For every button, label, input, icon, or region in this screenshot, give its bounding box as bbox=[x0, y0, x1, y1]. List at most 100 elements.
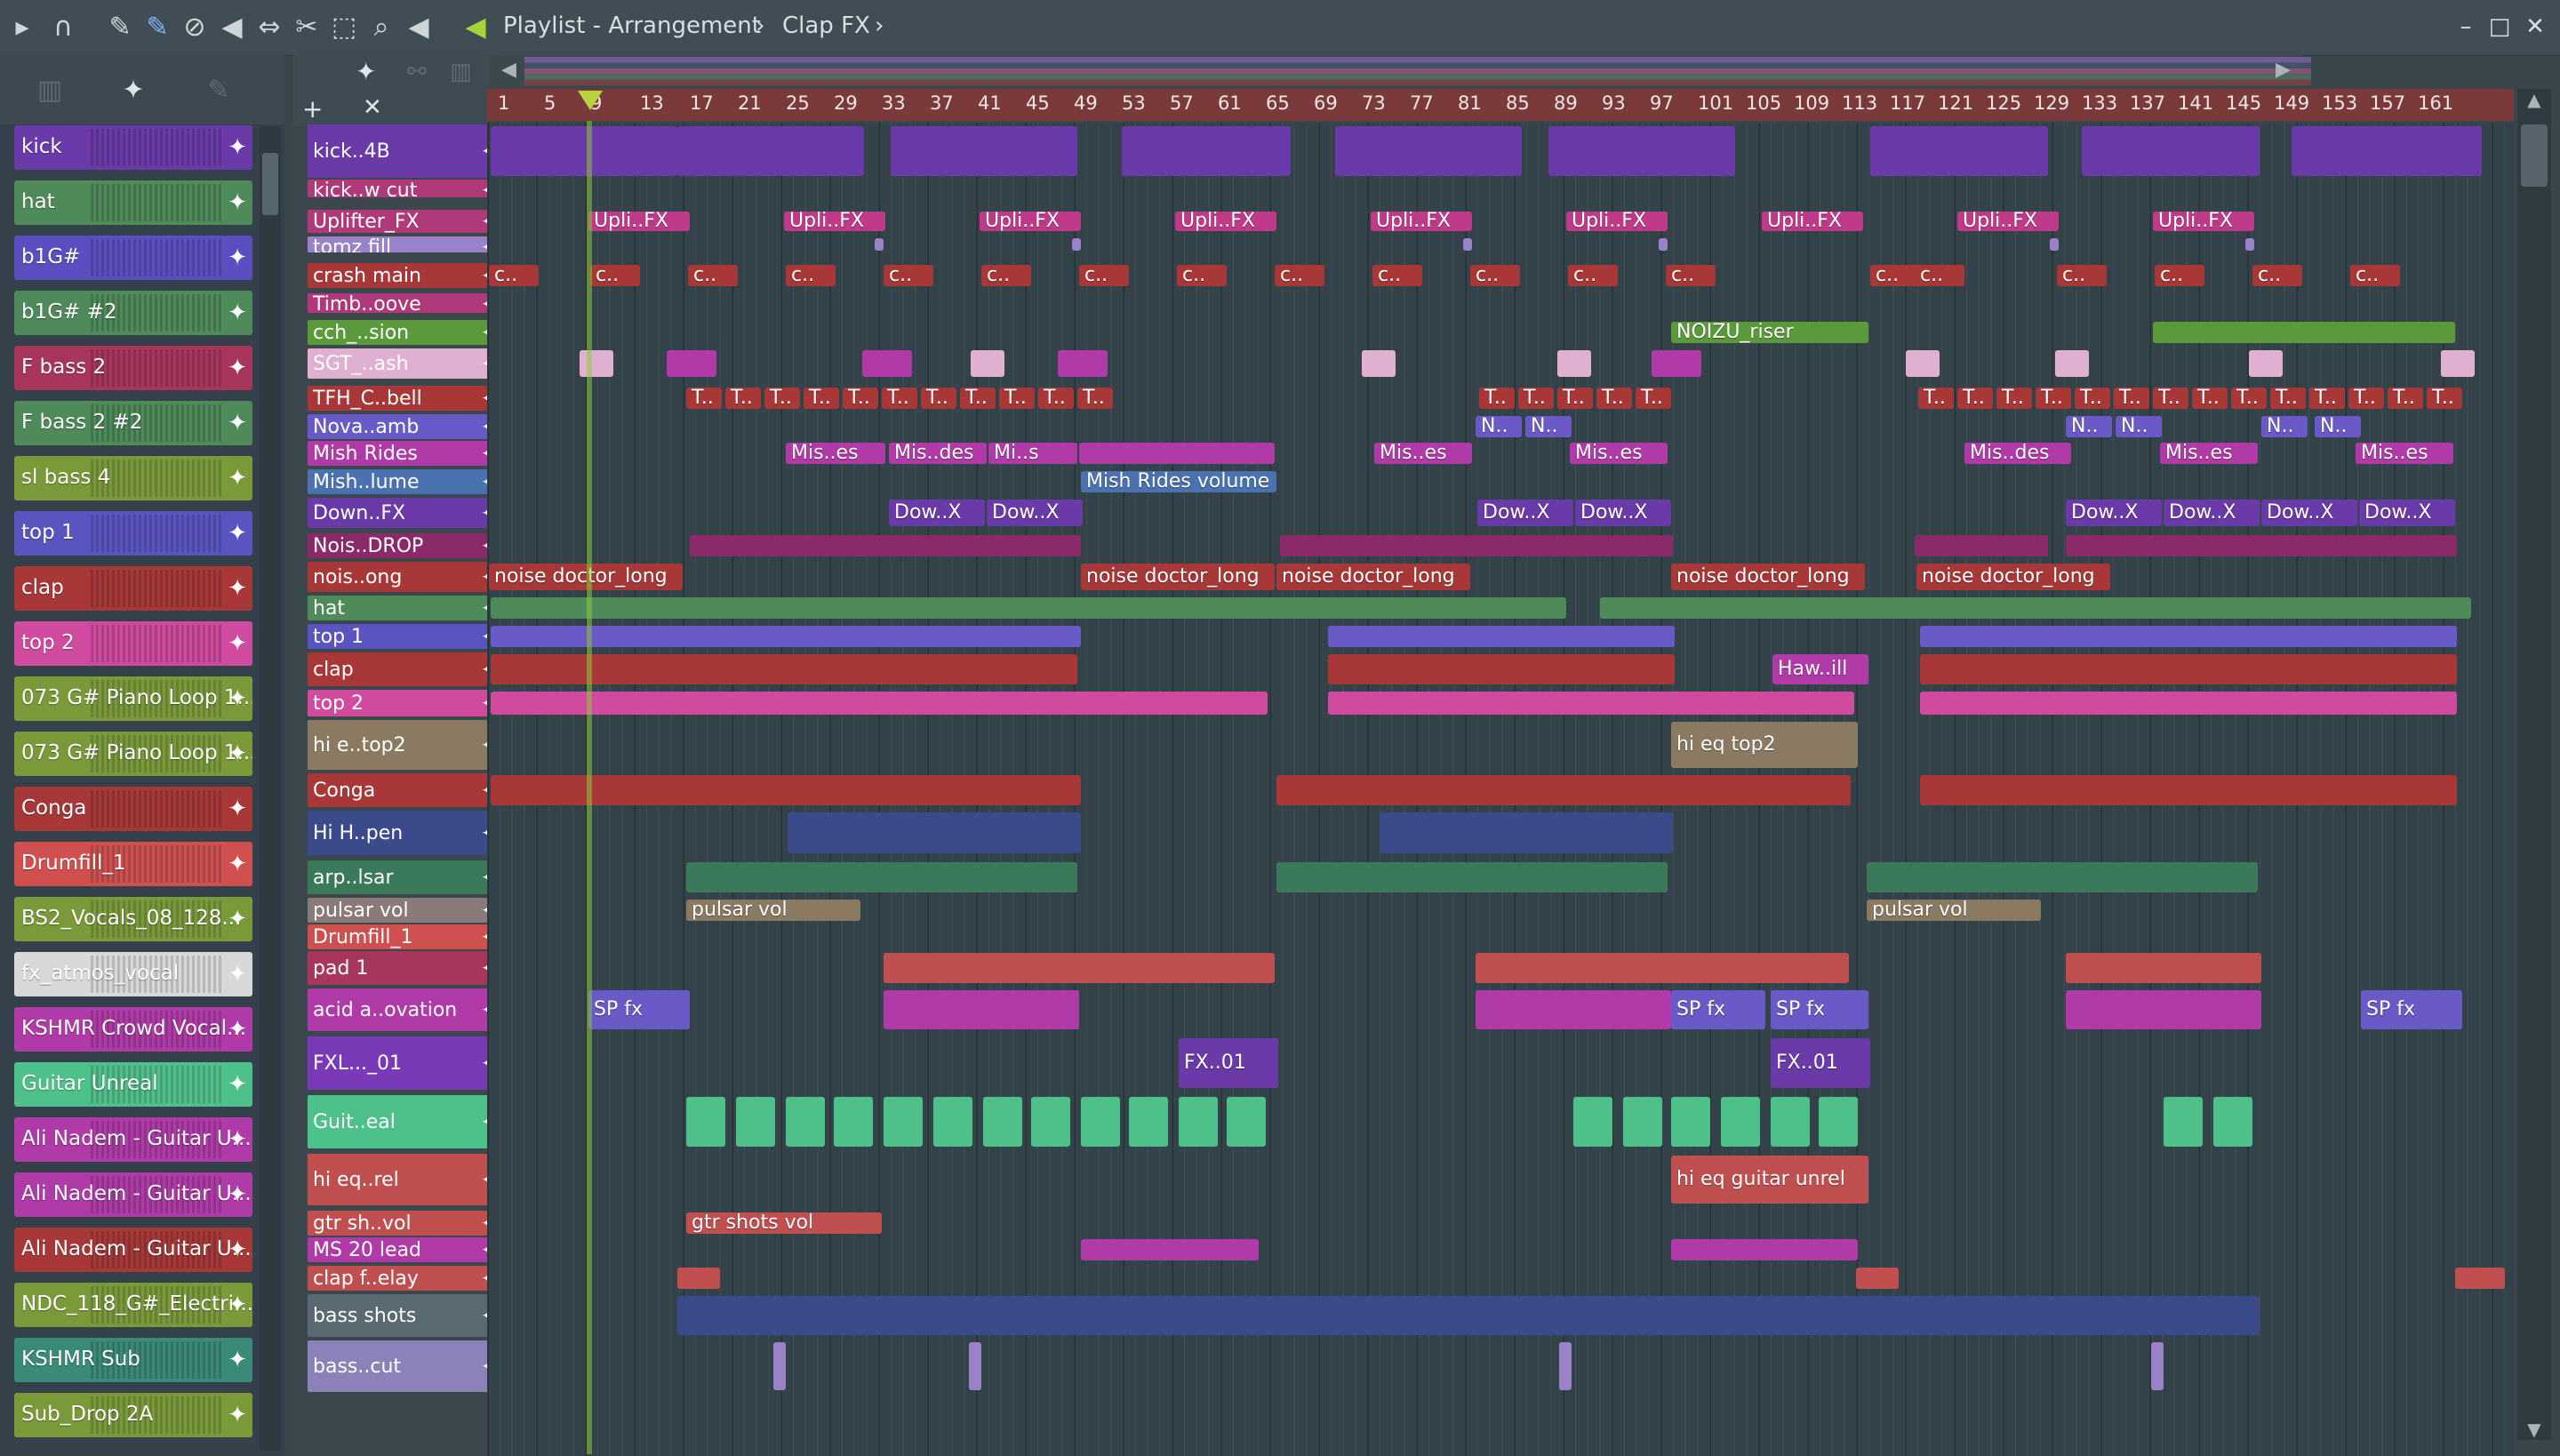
pattern-clip[interactable] bbox=[1771, 1097, 1810, 1147]
channel-grip-icon[interactable]: ✦ bbox=[228, 1347, 247, 1373]
pattern-clip[interactable]: SP fx bbox=[588, 990, 690, 1029]
overview-thumbnail[interactable] bbox=[524, 57, 2311, 85]
pattern-clip[interactable]: T.. bbox=[725, 388, 761, 409]
pattern-name[interactable]: Clap FX bbox=[782, 12, 870, 39]
pattern-clip[interactable] bbox=[2082, 126, 2260, 176]
channel-button[interactable]: b1G# ✦ bbox=[14, 236, 252, 280]
add-track-button[interactable]: + bbox=[302, 94, 323, 124]
pattern-clip[interactable]: T.. bbox=[1957, 388, 1993, 409]
channel-grip-icon[interactable]: ✦ bbox=[228, 1236, 247, 1263]
pattern-clip[interactable]: SP fx bbox=[1771, 990, 1868, 1029]
pattern-clip[interactable]: gtr shots vol bbox=[686, 1212, 882, 1234]
pattern-clip[interactable] bbox=[491, 654, 1077, 684]
pattern-clip[interactable]: c.. bbox=[1079, 265, 1129, 286]
pattern-clip[interactable] bbox=[2249, 350, 2283, 377]
pattern-clip[interactable] bbox=[491, 626, 1081, 647]
maximize-button[interactable]: □ bbox=[2484, 11, 2516, 43]
scroll-right-icon[interactable]: ▶ bbox=[2276, 59, 2291, 81]
pattern-clip[interactable]: T.. bbox=[1636, 388, 1671, 409]
channel-button[interactable]: 073 G# Piano Loop 1... ✦ bbox=[14, 676, 252, 721]
pattern-clip[interactable] bbox=[491, 597, 1566, 619]
channel-button[interactable]: Guitar Unreal ✦ bbox=[14, 1062, 252, 1107]
select-icon[interactable]: ⬚ bbox=[327, 11, 361, 44]
pattern-clip[interactable] bbox=[1867, 862, 2258, 892]
pattern-clip[interactable]: c.. bbox=[884, 265, 933, 286]
pattern-clip[interactable] bbox=[1557, 350, 1591, 377]
channel-grip-icon[interactable]: ✦ bbox=[228, 134, 247, 161]
pattern-clip[interactable]: noise doctor_long bbox=[1081, 564, 1275, 590]
scroll-up-icon[interactable]: ▲ bbox=[2517, 89, 2551, 110]
pattern-clip[interactable]: Mis..des bbox=[1964, 443, 2071, 464]
pattern-clip[interactable] bbox=[884, 953, 1275, 983]
scroll-thumb[interactable] bbox=[2521, 124, 2548, 187]
pattern-clip[interactable]: T.. bbox=[1918, 388, 1954, 409]
channel-button[interactable]: Drumfill_1 ✦ bbox=[14, 842, 252, 886]
pattern-clip[interactable]: c.. bbox=[590, 265, 640, 286]
pattern-clip[interactable]: c.. bbox=[1470, 265, 1520, 286]
pattern-clip[interactable] bbox=[677, 1268, 720, 1289]
pattern-clip[interactable] bbox=[1819, 1097, 1858, 1147]
pattern-clip[interactable]: Haw..ill bbox=[1772, 654, 1868, 684]
vertical-scrollbar[interactable]: ▲ ▼ bbox=[2517, 89, 2551, 1440]
pattern-clip[interactable]: N.. bbox=[1525, 416, 1572, 437]
pattern-clip[interactable]: c.. bbox=[1870, 265, 1920, 286]
pattern-clip[interactable]: hi eq guitar unrel bbox=[1671, 1156, 1868, 1204]
pattern-clip[interactable]: FX..01 bbox=[1179, 1038, 1278, 1088]
channel-grip-icon[interactable]: ✦ bbox=[228, 465, 247, 492]
pattern-clip[interactable]: Mis..des bbox=[889, 443, 987, 464]
playhead-marker[interactable] bbox=[578, 91, 603, 110]
pattern-clip[interactable]: Dow..X bbox=[2261, 500, 2357, 526]
channel-grip-icon[interactable]: ✦ bbox=[228, 1126, 247, 1153]
pattern-clip[interactable]: Dow..X bbox=[2164, 500, 2260, 526]
pattern-clip[interactable]: Dow..X bbox=[2359, 500, 2455, 526]
pattern-clip[interactable] bbox=[2151, 1342, 2164, 1390]
pattern-clip[interactable] bbox=[677, 1296, 2260, 1335]
pattern-clip[interactable]: T.. bbox=[2270, 388, 2306, 409]
pattern-clip[interactable] bbox=[1920, 626, 2457, 647]
pattern-clip[interactable] bbox=[1227, 1097, 1266, 1147]
pattern-clip[interactable] bbox=[1328, 692, 1854, 715]
playback-icon[interactable]: ◀ bbox=[402, 11, 436, 44]
pattern-clip[interactable]: T.. bbox=[2231, 388, 2267, 409]
channel-button[interactable]: NDC_118_G#_Electri... ✦ bbox=[14, 1283, 252, 1327]
pattern-clip[interactable] bbox=[2455, 126, 2482, 176]
pattern-clip[interactable] bbox=[1559, 1342, 1572, 1390]
piano-icon[interactable]: ▥ bbox=[450, 59, 472, 85]
pattern-clip[interactable] bbox=[1276, 775, 1851, 805]
channel-button[interactable]: Ali Nadem - Guitar U... ✦ bbox=[14, 1228, 252, 1272]
mute-icon[interactable]: ◀ bbox=[215, 11, 249, 44]
pattern-clip[interactable]: c.. bbox=[981, 265, 1031, 286]
pattern-clip[interactable]: hi eq top2 bbox=[1671, 722, 1858, 768]
pattern-clip[interactable]: Upli..FX bbox=[1371, 212, 1472, 231]
channel-button[interactable]: F bass 2 ✦ bbox=[14, 346, 252, 390]
pattern-clip[interactable]: T.. bbox=[921, 388, 956, 409]
pattern-clip[interactable] bbox=[1476, 990, 1671, 1029]
paint-icon[interactable]: ✎ bbox=[140, 11, 174, 44]
channel-grip-icon[interactable]: ✦ bbox=[228, 189, 247, 216]
pattern-clip[interactable]: Upli..FX bbox=[588, 212, 690, 231]
pattern-clip[interactable] bbox=[1915, 535, 2048, 556]
pattern-clip[interactable]: c.. bbox=[1915, 265, 1964, 286]
arrangement-grid[interactable]: Upli..FX Upli..FX Upli..FX Upli..FX Upli..FX… bbox=[487, 123, 2514, 1456]
pattern-clip[interactable]: T.. bbox=[1038, 388, 1074, 409]
piano-icon[interactable]: ▥ bbox=[32, 75, 68, 107]
pattern-clip[interactable] bbox=[1335, 126, 1522, 176]
pattern-clip[interactable]: T.. bbox=[2388, 388, 2423, 409]
pattern-clip[interactable]: c.. bbox=[2057, 265, 2107, 286]
pattern-clip[interactable] bbox=[891, 126, 1077, 176]
pattern-clip[interactable]: noise doctor_long bbox=[489, 564, 683, 590]
pattern-clip[interactable]: Upli..FX bbox=[980, 212, 1081, 231]
pattern-clip[interactable]: T.. bbox=[1518, 388, 1554, 409]
pattern-clip[interactable]: Mis..es bbox=[786, 443, 885, 464]
pattern-clip[interactable]: noise doctor_long bbox=[1671, 564, 1865, 590]
pattern-clip[interactable] bbox=[884, 1097, 923, 1147]
pattern-clip[interactable]: T.. bbox=[960, 388, 996, 409]
pattern-clip[interactable] bbox=[1573, 1097, 1612, 1147]
pattern-clip[interactable]: Mis..es bbox=[2160, 443, 2258, 464]
pattern-clip[interactable]: Mis..es bbox=[1570, 443, 1668, 464]
channel-grip-icon[interactable]: ✦ bbox=[228, 244, 247, 271]
pattern-clip[interactable] bbox=[786, 1097, 825, 1147]
channel-button[interactable]: KSHMR Crowd Vocal... ✦ bbox=[14, 1007, 252, 1052]
channel-grip-icon[interactable]: ✦ bbox=[228, 1181, 247, 1208]
overview-strip[interactable]: ◀ ▶ bbox=[498, 55, 2311, 87]
